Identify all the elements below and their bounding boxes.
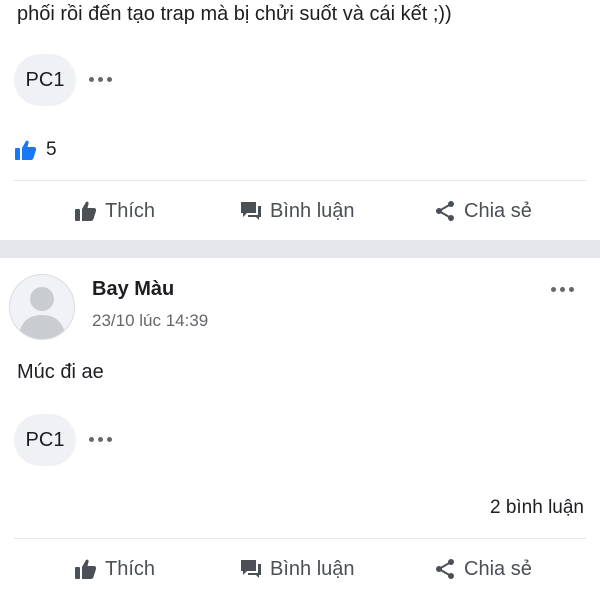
post1-like-button[interactable]: Thích [74,199,155,223]
post1-more-options-icon[interactable] [89,77,112,82]
comment-bubble-icon [241,560,261,578]
post2-text: Múc đi ae [17,361,104,383]
share-icon [436,559,454,579]
like-thumb-icon [75,201,97,221]
post2-like-button[interactable]: Thích [74,557,155,581]
post2-reaction-chip[interactable]: PC1 [14,414,76,466]
post1-text: phối rồi đến tạo trap mà bị chửi suốt và… [17,3,452,25]
post2-share-button[interactable]: Chia sẻ [433,557,532,581]
comment-bubble-icon [241,202,261,220]
post1-comment-button[interactable]: Bình luận [239,199,355,223]
post2-comment-button[interactable]: Bình luận [239,557,355,581]
post-separator [0,240,600,258]
post2-comment-label: Bình luận [270,557,355,580]
post2-author-name[interactable]: Bay Màu [92,278,174,301]
post1-like-summary[interactable]: 5 [14,138,57,162]
post2-timestamp[interactable]: 23/10 lúc 14:39 [92,311,208,331]
post2-reaction-more-icon[interactable] [89,437,112,442]
share-icon [436,201,454,221]
post1-comment-label: Bình luận [270,199,355,222]
post2-like-label: Thích [105,557,156,580]
post1-divider [14,180,586,181]
default-avatar-icon [18,287,66,339]
post2-author-avatar[interactable] [9,274,75,340]
post2-share-label: Chia sẻ [464,557,532,580]
post2-comment-count[interactable]: 2 bình luận [490,497,584,519]
like-thumb-icon [15,140,37,160]
post1-share-label: Chia sẻ [464,199,532,222]
post1-like-count: 5 [46,139,57,160]
post2-divider [14,538,586,539]
like-thumb-icon [75,559,97,579]
post1-reaction-chip[interactable]: PC1 [14,54,76,106]
post2-more-options-icon[interactable] [551,287,574,292]
post1-share-button[interactable]: Chia sẻ [433,199,532,223]
post1-like-label: Thích [105,199,156,222]
